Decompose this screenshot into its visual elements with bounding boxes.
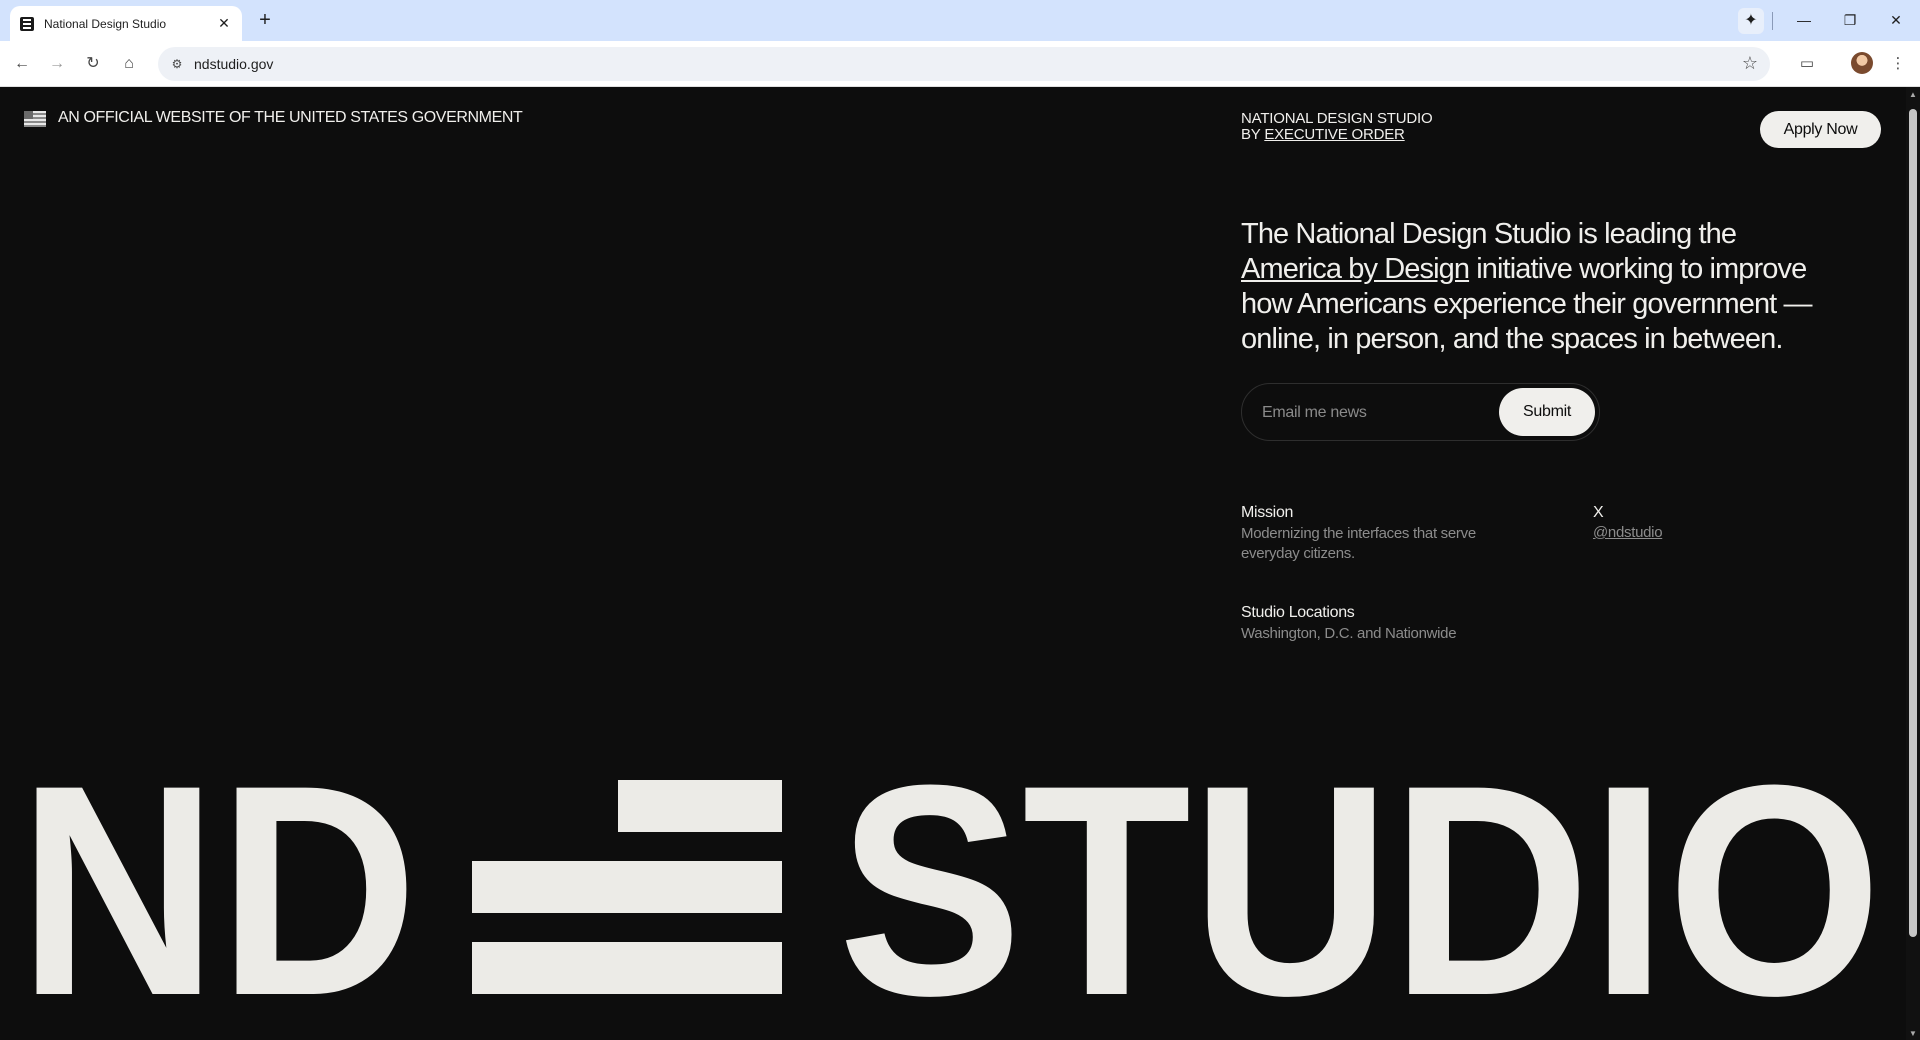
scroll-down-arrow-icon[interactable]: ▼ <box>1908 1029 1918 1038</box>
mission-text: Modernizing the interfaces that serve ev… <box>1241 525 1476 562</box>
tab-divider <box>1772 12 1773 30</box>
apply-now-button[interactable]: Apply Now <box>1760 111 1881 148</box>
us-flag-icon <box>24 111 46 127</box>
nd-studio-logo: ND STUDIO <box>18 762 1882 1002</box>
brand-title: NATIONAL DESIGN STUDIO <box>1241 110 1433 127</box>
newsletter-form: Submit <box>1241 383 1600 441</box>
studio-locations-title: Studio Locations <box>1241 604 1355 621</box>
logo-text-studio: STUDIO <box>838 762 1882 1002</box>
lead-text-before: The National Design Studio is leading th… <box>1241 218 1737 250</box>
logo-stripes-mark <box>472 780 782 994</box>
studio-brand: NATIONAL DESIGN STUDIO BY EXECUTIVE ORDE… <box>1241 110 1433 143</box>
page-content: AN OFFICIAL WEBSITE OF THE UNITED STATES… <box>0 87 1906 1040</box>
official-website-notice: AN OFFICIAL WEBSITE OF THE UNITED STATES… <box>58 109 523 126</box>
minimize-button[interactable]: — <box>1782 0 1826 40</box>
scroll-up-arrow-icon[interactable]: ▲ <box>1908 90 1918 99</box>
logo-text-nd: ND <box>18 762 418 1002</box>
forward-icon[interactable]: → <box>44 51 70 77</box>
brand-by: BY <box>1241 126 1265 143</box>
studio-locations-text: Washington, D.C. and Nationwide <box>1241 625 1457 642</box>
media-search-icon[interactable]: ▭ <box>1794 51 1820 77</box>
sparkle-icon[interactable]: ✦ <box>1738 8 1764 34</box>
tab-title: National Design Studio <box>44 16 167 31</box>
browser-toolbar: ← → ↻ ⌂ ⚙ ndstudio.gov ☆ ▭ ⋮ <box>0 41 1920 87</box>
america-by-design-link[interactable]: America by Design <box>1241 253 1470 285</box>
restore-button[interactable]: ❐ <box>1828 0 1872 40</box>
submit-button[interactable]: Submit <box>1499 388 1595 436</box>
x-handle-link[interactable]: @ndstudio <box>1593 524 1663 541</box>
scrollbar-thumb[interactable] <box>1909 109 1917 937</box>
x-social-title: X <box>1593 504 1604 521</box>
url-text[interactable]: ndstudio.gov <box>194 56 273 72</box>
bookmark-star-icon[interactable]: ☆ <box>1742 53 1758 74</box>
page-scrollbar[interactable]: ▲ ▼ <box>1906 87 1920 1040</box>
site-favicon-icon <box>20 16 34 31</box>
profile-avatar[interactable] <box>1851 52 1873 74</box>
menu-kebab-icon[interactable]: ⋮ <box>1885 51 1911 77</box>
browser-tab-bar: National Design Studio ✕ + ✦ — ❐ ✕ <box>0 0 1920 41</box>
tab-close-icon[interactable]: ✕ <box>216 15 232 32</box>
browser-tab[interactable]: National Design Studio ✕ <box>10 6 242 41</box>
close-window-button[interactable]: ✕ <box>1874 0 1918 40</box>
address-bar[interactable]: ⚙ ndstudio.gov ☆ <box>158 47 1770 81</box>
reload-icon[interactable]: ↻ <box>80 51 106 77</box>
email-input[interactable] <box>1262 402 1472 424</box>
site-settings-icon[interactable]: ⚙ <box>168 55 186 73</box>
back-icon[interactable]: ← <box>9 51 35 77</box>
lead-paragraph: The National Design Studio is leading th… <box>1241 217 1821 357</box>
mission-title: Mission <box>1241 504 1294 521</box>
executive-order-link[interactable]: EXECUTIVE ORDER <box>1264 126 1405 143</box>
new-tab-button[interactable]: + <box>253 9 277 33</box>
home-icon[interactable]: ⌂ <box>116 51 142 77</box>
